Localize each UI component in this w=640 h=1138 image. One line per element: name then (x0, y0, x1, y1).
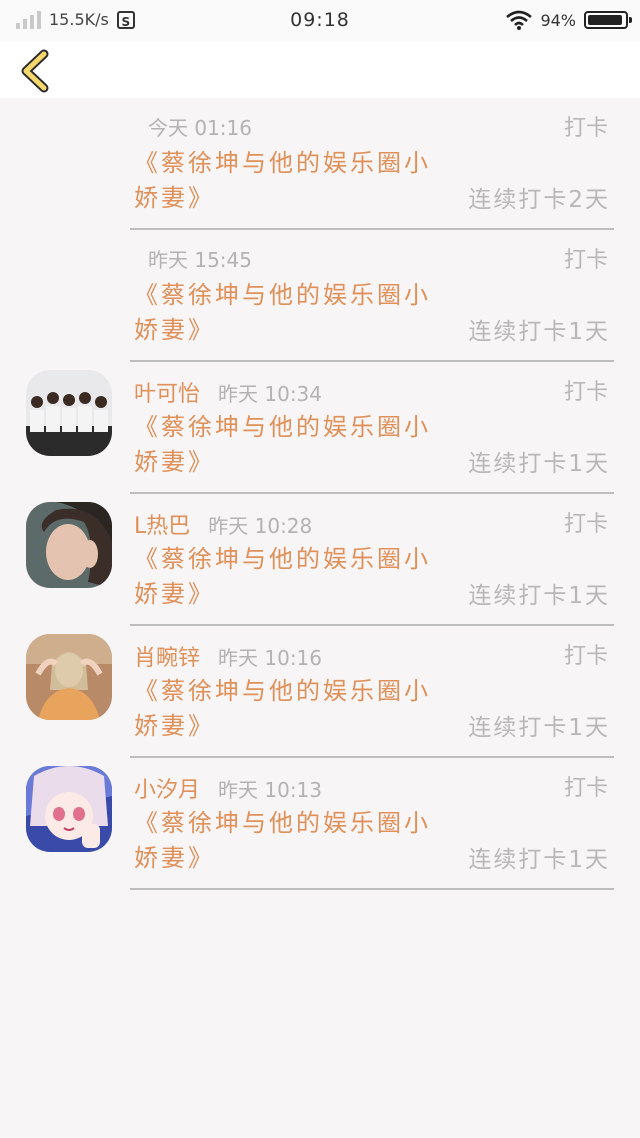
list-item[interactable]: 小汐月 昨天 10:13 打卡 《蔡徐坤与他的娱乐圈小娇妻》 连续打卡1天 (0, 758, 640, 890)
portrait-photo-avatar (26, 502, 112, 588)
anime-photo-avatar (26, 766, 112, 852)
item-time: 昨天 10:13 (218, 778, 323, 802)
streak-text: 连续打卡1天 (468, 451, 610, 477)
item-time: 昨天 10:16 (218, 646, 323, 670)
book-title[interactable]: 《蔡徐坤与他的娱乐圈小娇妻》 (134, 410, 454, 480)
avatar[interactable] (26, 766, 112, 852)
checkin-button[interactable]: 打卡 (564, 770, 608, 802)
chevron-left-icon (21, 49, 49, 93)
checkin-button[interactable]: 打卡 (564, 374, 608, 406)
checkin-button[interactable]: 打卡 (564, 506, 608, 538)
checkin-button[interactable]: 打卡 (564, 638, 608, 670)
list-item-content: 叶可怡 昨天 10:34 打卡 《蔡徐坤与他的娱乐圈小娇妻》 连续打卡1天 (130, 362, 614, 494)
item-meta: 小汐月 昨天 10:13 (134, 772, 322, 804)
user-name[interactable]: 叶可怡 (134, 376, 200, 408)
list-item[interactable]: L热巴 昨天 10:28 打卡 《蔡徐坤与他的娱乐圈小娇妻》 连续打卡1天 (0, 494, 640, 626)
list-item-content: 今天 01:16 打卡 《蔡徐坤与他的娱乐圈小娇妻》 连续打卡2天 (130, 98, 614, 230)
checkin-button[interactable]: 打卡 (564, 242, 608, 274)
book-title[interactable]: 《蔡徐坤与他的娱乐圈小娇妻》 (134, 146, 454, 216)
group-photo-avatar (26, 370, 112, 456)
item-time: 昨天 10:34 (218, 382, 323, 406)
book-title[interactable]: 《蔡徐坤与他的娱乐圈小娇妻》 (134, 278, 454, 348)
streak-text: 连续打卡1天 (468, 319, 610, 345)
item-meta: L热巴 昨天 10:28 (134, 508, 312, 540)
list-item[interactable]: 今天 01:16 打卡 《蔡徐坤与他的娱乐圈小娇妻》 连续打卡2天 (0, 98, 640, 230)
item-meta: 肖畹锌 昨天 10:16 (134, 640, 322, 672)
status-bar: 15.5K/s S 09:18 94% (0, 0, 640, 42)
checkin-list: 今天 01:16 打卡 《蔡徐坤与他的娱乐圈小娇妻》 连续打卡2天 昨天 15:… (0, 98, 640, 890)
book-title[interactable]: 《蔡徐坤与他的娱乐圈小娇妻》 (134, 674, 454, 744)
avatar[interactable] (26, 502, 112, 588)
user-name[interactable]: L热巴 (134, 508, 190, 540)
status-right: 94% (506, 10, 632, 30)
streak-text: 连续打卡2天 (468, 187, 610, 213)
streak-text: 连续打卡1天 (468, 847, 610, 873)
checkin-button[interactable]: 打卡 (564, 110, 608, 142)
item-time: 昨天 15:45 (148, 248, 252, 272)
item-meta: 昨天 15:45 (148, 244, 252, 273)
streak-text: 连续打卡1天 (468, 583, 610, 609)
item-time: 今天 01:16 (148, 116, 252, 140)
selfie-photo-avatar (26, 634, 112, 720)
list-item[interactable]: 昨天 15:45 打卡 《蔡徐坤与他的娱乐圈小娇妻》 连续打卡1天 (0, 230, 640, 362)
battery-percent: 94% (540, 10, 576, 30)
item-time: 昨天 10:28 (208, 514, 313, 538)
item-meta: 今天 01:16 (148, 112, 252, 141)
user-name[interactable]: 肖畹锌 (134, 640, 200, 672)
list-item-content: 昨天 15:45 打卡 《蔡徐坤与他的娱乐圈小娇妻》 连续打卡1天 (130, 230, 614, 362)
list-item[interactable]: 叶可怡 昨天 10:34 打卡 《蔡徐坤与他的娱乐圈小娇妻》 连续打卡1天 (0, 362, 640, 494)
avatar[interactable] (26, 634, 112, 720)
list-item[interactable]: 肖畹锌 昨天 10:16 打卡 《蔡徐坤与他的娱乐圈小娇妻》 连续打卡1天 (0, 626, 640, 758)
list-item-content: 小汐月 昨天 10:13 打卡 《蔡徐坤与他的娱乐圈小娇妻》 连续打卡1天 (130, 758, 614, 890)
list-item-content: 肖畹锌 昨天 10:16 打卡 《蔡徐坤与他的娱乐圈小娇妻》 连续打卡1天 (130, 626, 614, 758)
avatar[interactable] (26, 370, 112, 456)
item-meta: 叶可怡 昨天 10:34 (134, 376, 322, 408)
book-title[interactable]: 《蔡徐坤与他的娱乐圈小娇妻》 (134, 542, 454, 612)
battery-fill (588, 15, 622, 25)
list-item-content: L热巴 昨天 10:28 打卡 《蔡徐坤与他的娱乐圈小娇妻》 连续打卡1天 (130, 494, 614, 626)
book-title[interactable]: 《蔡徐坤与他的娱乐圈小娇妻》 (134, 806, 454, 876)
back-button[interactable] (12, 48, 58, 94)
wifi-icon (506, 10, 533, 30)
nav-bar (0, 42, 640, 98)
user-name[interactable]: 小汐月 (134, 772, 200, 804)
battery-icon (584, 11, 632, 29)
streak-text: 连续打卡1天 (468, 715, 610, 741)
